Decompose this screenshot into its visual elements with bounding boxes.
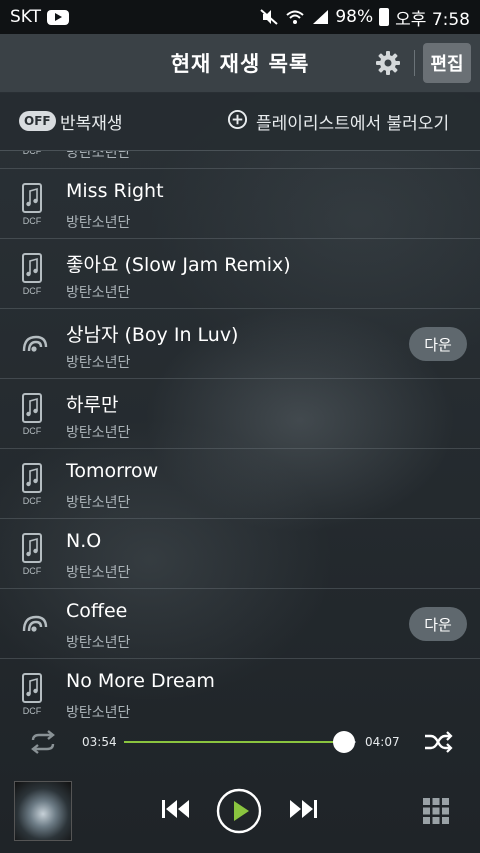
mute-icon xyxy=(260,9,279,25)
list-item[interactable]: DCF Tomorrow 방탄소년단 xyxy=(0,449,480,519)
battery-icon xyxy=(379,8,390,26)
playlist-toolbar: OFF 반복재생 플레이리스트에서 불러오기 xyxy=(0,92,480,151)
streaming-icon xyxy=(22,615,48,632)
list-item[interactable]: 상남자 (Boy In Luv) 방탄소년단 다운 xyxy=(0,309,480,379)
svg-text:DCF: DCF xyxy=(23,216,42,226)
seek-thumb[interactable] xyxy=(332,731,355,753)
list-item[interactable]: DCF 좋아요 (Slow Jam Remix) 방탄소년단 xyxy=(0,239,480,309)
list-item-artist: 방탄소년단 xyxy=(66,151,131,161)
list-item-artist: 방탄소년단 xyxy=(66,705,131,721)
svg-text:DCF: DCF xyxy=(23,706,42,716)
clock: 오후 7:58 xyxy=(395,9,470,30)
current-time: 03:54 xyxy=(82,735,117,749)
list-item-artist: 방탄소년단 xyxy=(66,285,131,301)
seek-bar-fill xyxy=(124,741,344,743)
page-title: 현재 재생 목록 xyxy=(170,52,310,76)
shuffle-icon[interactable] xyxy=(423,730,453,754)
list-item-title: Coffee xyxy=(66,600,128,622)
app-header: 현재 재생 목록 편집 xyxy=(0,34,480,93)
load-playlist-button[interactable]: 플레이리스트에서 불러오기 xyxy=(256,109,449,134)
list-item[interactable]: DCF No More Dream 방탄소년단 xyxy=(0,659,480,721)
status-bar: SKT 98% 오후 7:58 xyxy=(0,0,480,34)
list-item-title: 상남자 (Boy In Luv) xyxy=(66,324,239,346)
dcf-file-icon: DCF xyxy=(22,533,42,576)
player-controls xyxy=(0,765,480,853)
svg-text:DCF: DCF xyxy=(23,566,42,576)
streaming-icon xyxy=(22,335,48,352)
list-item-artist: 방탄소년단 xyxy=(66,355,131,371)
carrier-label: SKT xyxy=(10,7,42,27)
list-item-artist: 방탄소년단 xyxy=(66,215,131,231)
play-button-icon[interactable] xyxy=(216,788,262,834)
seek-bar[interactable] xyxy=(124,731,356,753)
list-item-artist: 방탄소년단 xyxy=(66,565,131,581)
list-item-artist: 방탄소년단 xyxy=(66,495,131,511)
wifi-icon xyxy=(286,10,305,24)
playback-progress: 03:54 04:07 xyxy=(0,721,480,763)
repeat-toggle[interactable]: OFF xyxy=(19,111,56,131)
repeat-label[interactable]: 반복재생 xyxy=(60,109,123,134)
svg-text:DCF: DCF xyxy=(23,426,42,436)
list-item-title: Miss Right xyxy=(66,180,164,202)
svg-text:DCF: DCF xyxy=(23,496,42,506)
svg-text:DCF: DCF xyxy=(23,151,42,156)
edit-button[interactable]: 편집 xyxy=(423,43,471,83)
previous-track-icon[interactable] xyxy=(160,797,192,821)
list-item-title: N.O xyxy=(66,530,102,552)
download-button[interactable]: 다운 xyxy=(409,327,467,361)
dcf-file-icon: DCF xyxy=(22,673,42,716)
repeat-icon[interactable] xyxy=(28,730,58,754)
list-item[interactable]: Coffee 방탄소년단 다운 xyxy=(0,589,480,659)
dcf-file-icon: DCF xyxy=(22,463,42,506)
gear-icon[interactable] xyxy=(374,49,402,77)
list-item-title: No More Dream xyxy=(66,670,215,692)
list-item-artist: 방탄소년단 xyxy=(66,425,131,441)
list-item-title: Tomorrow xyxy=(66,460,159,482)
dcf-file-icon: DCF xyxy=(22,253,42,296)
list-item[interactable]: DCF N.O 방탄소년단 xyxy=(0,519,480,589)
list-item[interactable]: DCF 하루만 방탄소년단 xyxy=(0,379,480,449)
album-art-thumbnail[interactable] xyxy=(14,781,72,841)
grid-menu-icon[interactable] xyxy=(423,798,449,824)
next-track-icon[interactable] xyxy=(287,797,319,821)
download-button[interactable]: 다운 xyxy=(409,607,467,641)
battery-percent: 98% xyxy=(335,7,374,27)
list-item-title: 하루만 xyxy=(66,394,119,416)
playlist: DCF 방탄소년단 DCF Miss Right 방탄소년단 DCF 좋아요 (… xyxy=(0,151,480,721)
dcf-file-icon: DCF xyxy=(23,151,42,156)
list-item-artist: 방탄소년단 xyxy=(66,635,131,651)
header-divider xyxy=(414,50,415,76)
list-item[interactable]: DCF 방탄소년단 xyxy=(0,151,480,169)
youtube-icon xyxy=(47,9,70,25)
list-item-title: 좋아요 (Slow Jam Remix) xyxy=(66,254,291,276)
dcf-file-icon: DCF xyxy=(22,393,42,436)
add-circle-icon[interactable] xyxy=(227,109,248,130)
total-time: 04:07 xyxy=(365,735,400,749)
list-item[interactable]: DCF Miss Right 방탄소년단 xyxy=(0,169,480,239)
svg-text:DCF: DCF xyxy=(23,286,42,296)
signal-icon xyxy=(313,10,329,24)
dcf-file-icon: DCF xyxy=(22,183,42,226)
